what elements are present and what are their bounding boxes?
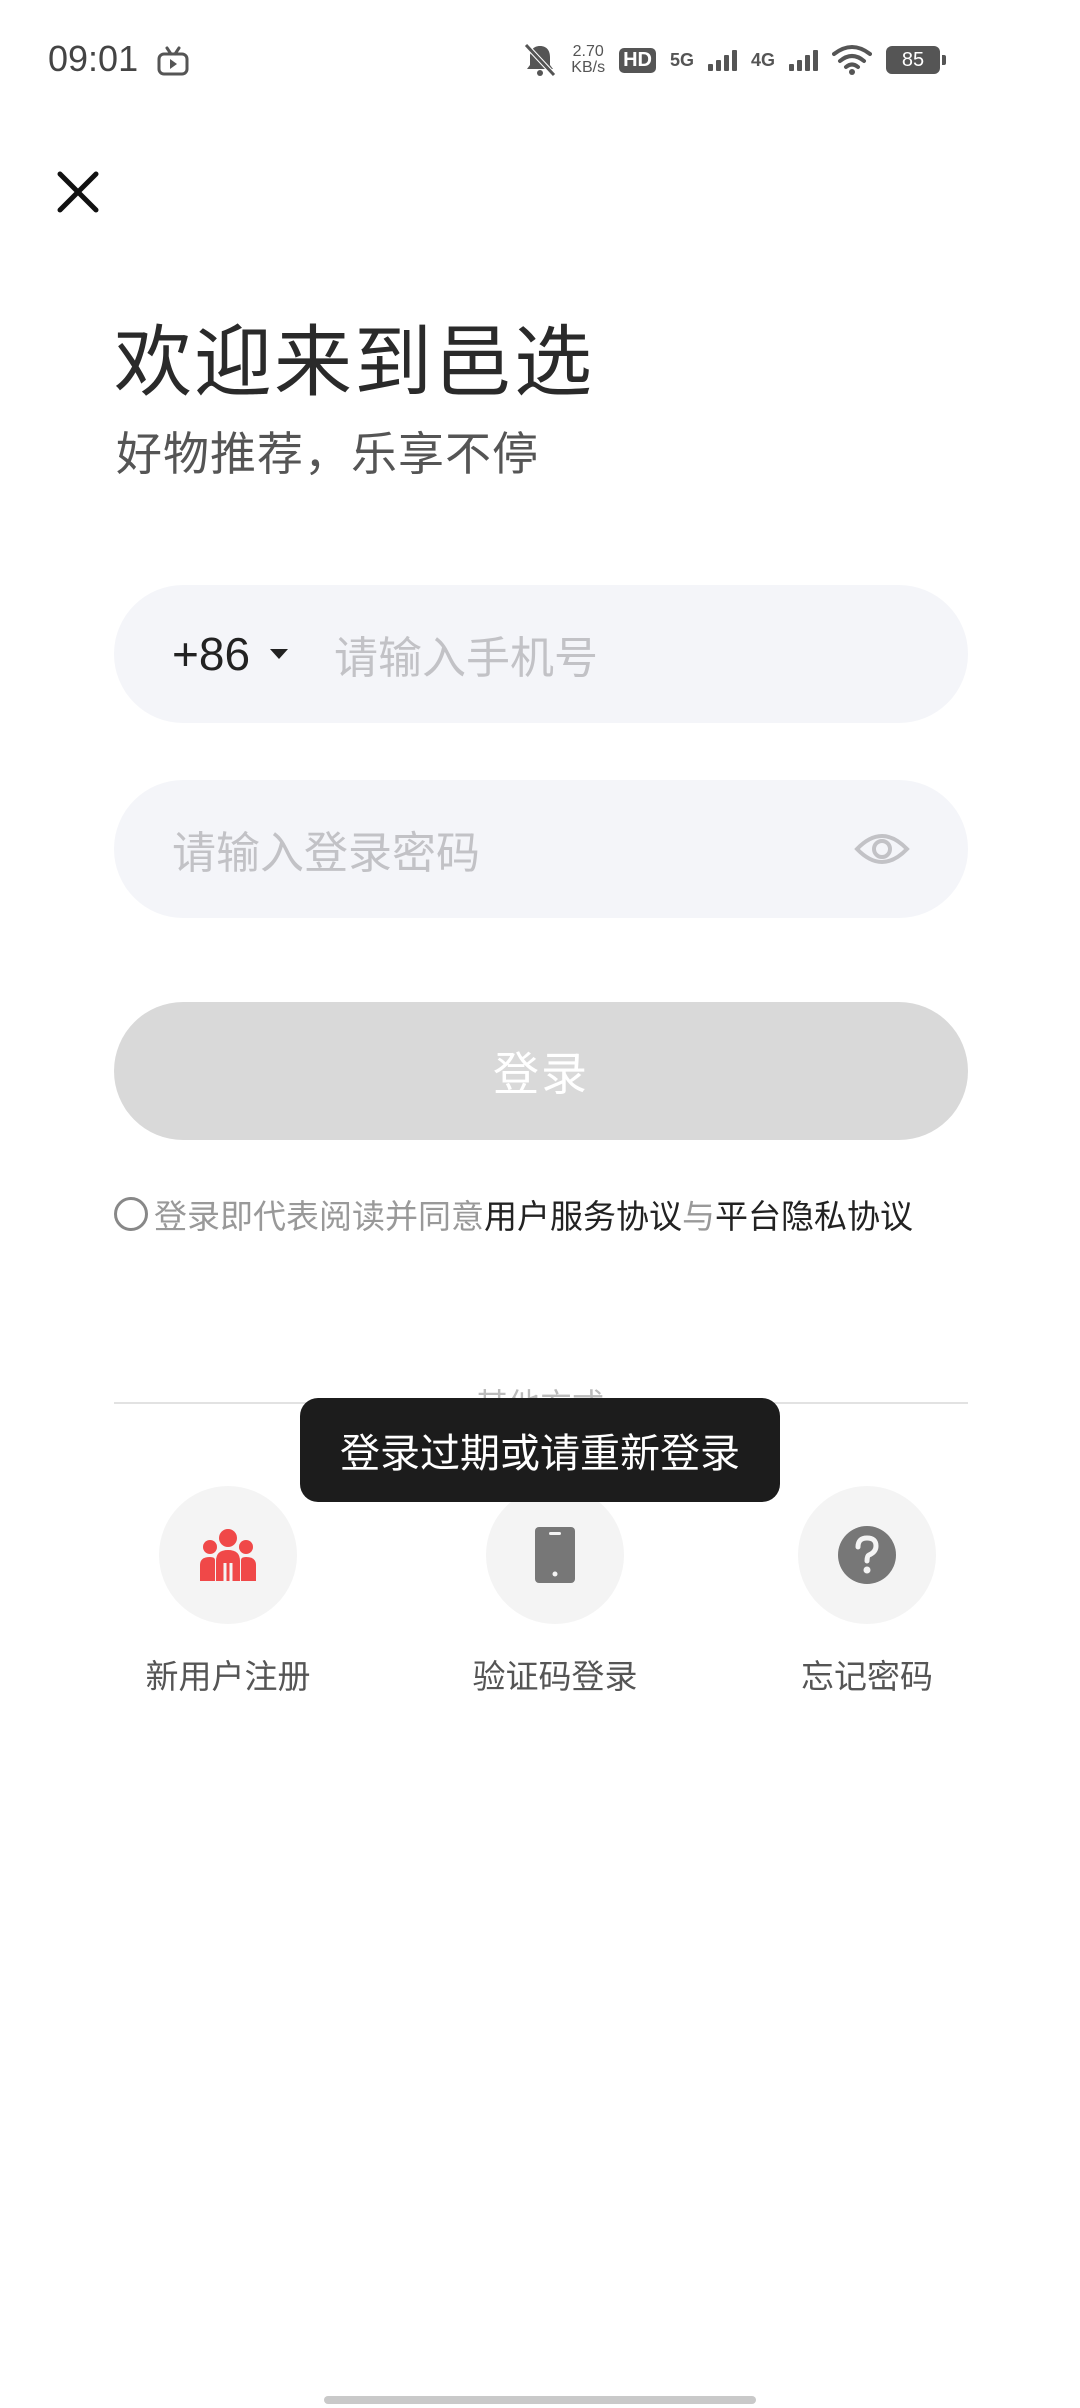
register-option-circle[interactable] [159,1486,297,1624]
question-icon [838,1526,896,1584]
page-title: 欢迎来到邑选 [114,318,595,408]
sim1-network-label: 5G [669,49,694,70]
phone-input[interactable]: +86 请输入手机号 [114,585,968,723]
terms-link[interactable]: 用户服务协议 [484,1190,682,1238]
network-speed-unit: KB/s [571,59,606,76]
network-speed-value: 2.70 [572,43,604,60]
agreement-row: 登录即代表阅读并同意 用户服务协议 与 平台隐私协议 [114,1190,913,1238]
phone-icon [535,1527,575,1583]
register-option[interactable]: 新用户注册 [128,1486,328,1698]
signal-icon [707,49,737,71]
privacy-link[interactable]: 平台隐私协议 [715,1190,913,1238]
signal-icon [789,49,818,71]
agreement-checkbox[interactable] [114,1197,148,1231]
agreement-conjunction: 与 [682,1197,715,1236]
network-speed: 2.70 KB/s [571,44,605,76]
page-subtitle: 好物推荐，乐享不停 [116,427,539,481]
wifi-icon [832,45,872,75]
forgot-password-option[interactable]: 忘记密码 [767,1486,967,1698]
country-code-selector[interactable]: +86 [172,627,250,681]
tv-icon [157,46,189,76]
home-indicator[interactable] [324,2396,756,2404]
status-time: 09:01 [48,38,139,79]
close-icon[interactable] [52,166,104,218]
agreement-prefix: 登录即代表阅读并同意 [154,1197,484,1236]
phone-placeholder: 请输入手机号 [334,633,599,684]
new-user-icon [200,1529,256,1581]
battery-level: 85 [901,48,925,71]
sms-login-option-circle[interactable] [486,1486,624,1624]
forgot-password-option-label: 忘记密码 [801,1657,933,1696]
register-option-label: 新用户注册 [145,1657,311,1696]
forgot-password-option-circle[interactable] [798,1486,936,1624]
mute-bell-icon [524,43,557,77]
hd-badge: HD [619,47,656,73]
sim2-network-label: 4G [750,49,775,70]
login-button[interactable]: 登录 [114,1002,968,1140]
status-icons: 2.70 KB/s HD 5G 4G 85 [523,40,946,80]
password-placeholder: 请输入登录密码 [172,828,480,879]
chevron-down-icon[interactable] [270,649,289,659]
toast-message: 登录过期或请重新登录 [300,1398,780,1502]
sms-login-option-label: 验证码登录 [472,1657,638,1696]
eye-icon[interactable] [854,829,910,869]
sms-login-option[interactable]: 验证码登录 [455,1486,655,1698]
password-input[interactable]: 请输入登录密码 [114,780,968,918]
battery-icon: 85 [886,46,946,74]
